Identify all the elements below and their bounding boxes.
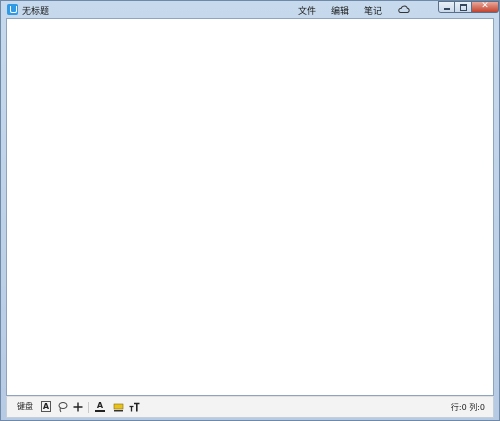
window-title: 无标题 — [22, 7, 50, 17]
menu-edit[interactable]: 编辑 — [331, 4, 349, 17]
menu-notes[interactable]: 笔记 — [364, 4, 382, 17]
underline-tool-button[interactable]: A — [95, 401, 105, 412]
toolbar-separator — [88, 402, 89, 413]
text-editor-area[interactable] — [6, 18, 494, 396]
highlighter-icon[interactable] — [113, 401, 124, 413]
keyboard-button[interactable]: 键盘 — [17, 401, 33, 412]
lasso-icon[interactable] — [57, 401, 68, 413]
notepad-app-icon — [7, 4, 18, 15]
app-window: 无标题 文件 编辑 笔记 键盘 A A — [0, 0, 500, 421]
col-value: 0 — [479, 403, 485, 412]
row-label: 行: — [450, 403, 462, 412]
text-tool-button[interactable]: A — [41, 401, 51, 412]
font-size-icon[interactable] — [129, 401, 140, 413]
row-value: 0 — [461, 403, 467, 412]
close-button[interactable] — [472, 1, 499, 13]
cloud-icon[interactable] — [398, 5, 410, 13]
title-bar[interactable]: 无标题 文件 编辑 笔记 — [1, 1, 499, 18]
window-controls — [438, 1, 499, 15]
minimize-button[interactable] — [438, 1, 455, 13]
menu-file[interactable]: 文件 — [298, 4, 316, 17]
plus-icon[interactable] — [73, 401, 83, 413]
maximize-button[interactable] — [455, 1, 472, 13]
cursor-position: 行:0 列:0 — [451, 402, 485, 413]
col-label: 列: — [469, 403, 480, 412]
status-bar: 键盘 A A 行:0 列:0 — [6, 396, 494, 418]
